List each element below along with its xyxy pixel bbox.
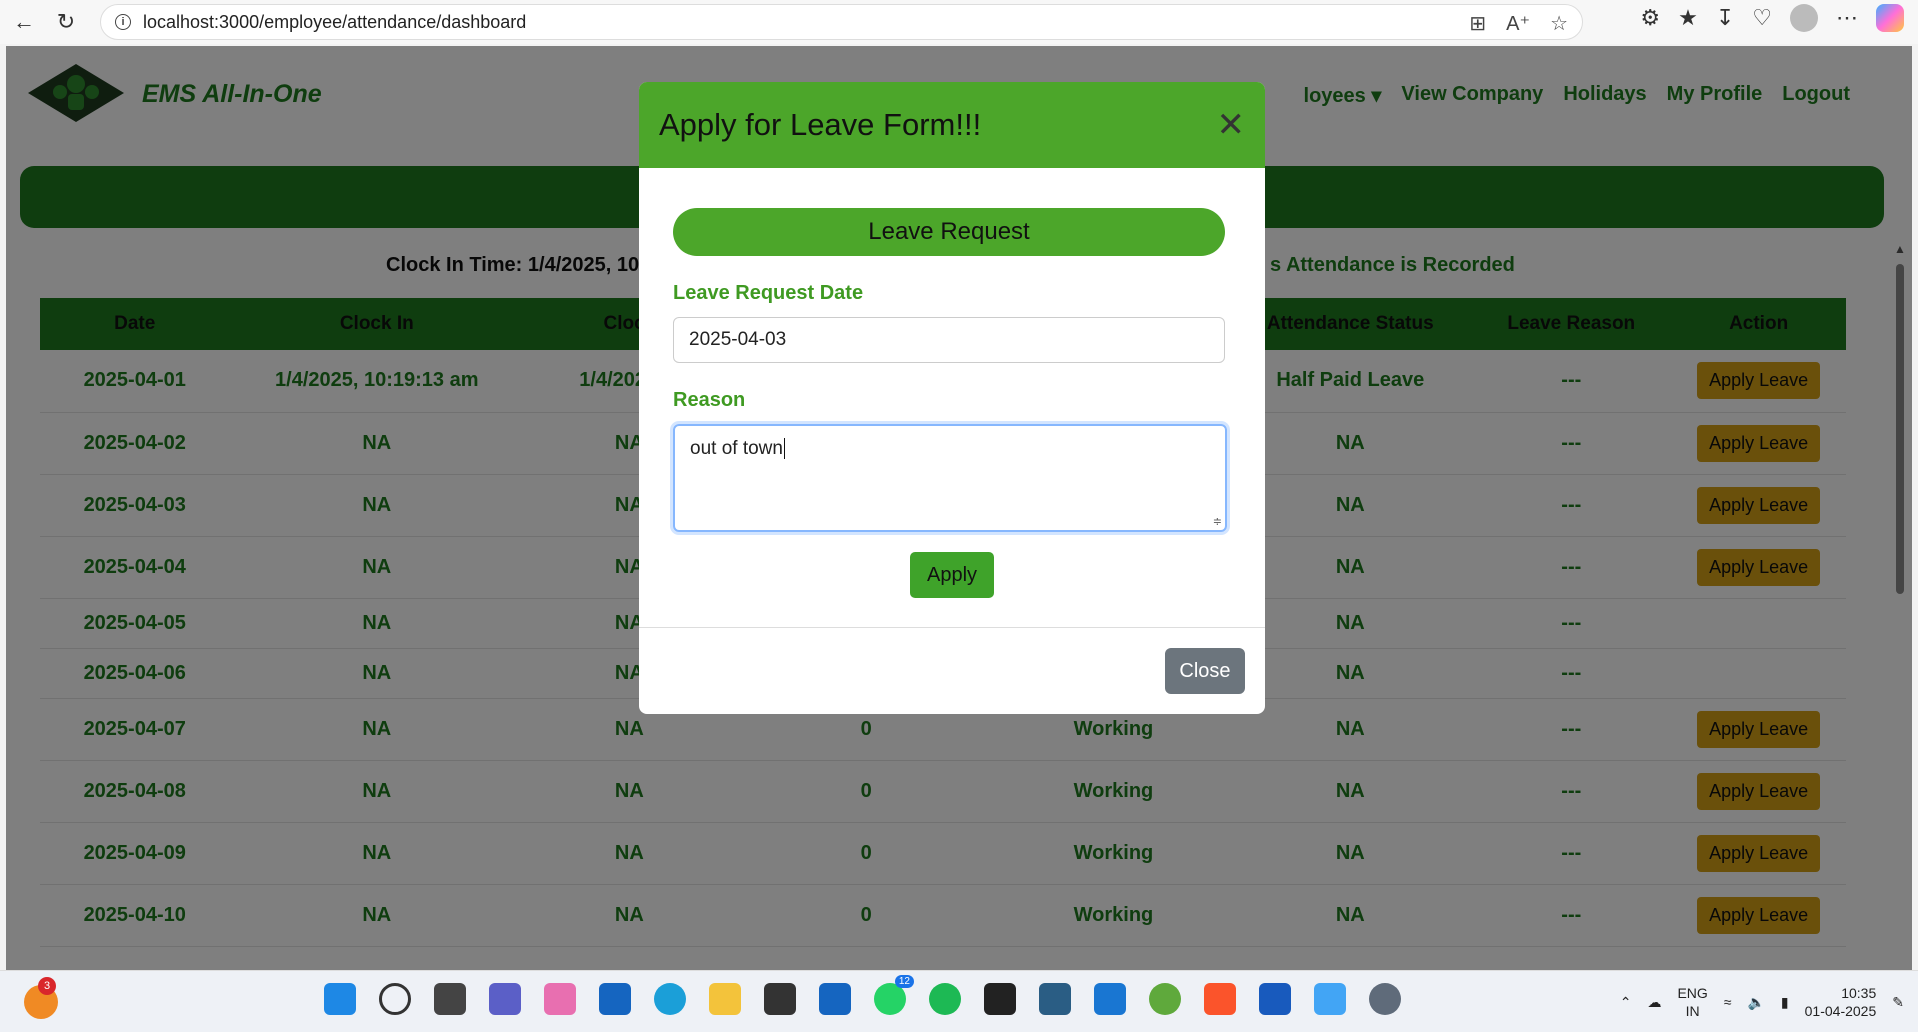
text-cursor: ​ [783,438,785,459]
close-button[interactable]: Close [1165,648,1245,694]
terminal-icon[interactable] [984,983,1016,1015]
read-aloud-icon[interactable]: A⁺ [1506,11,1530,36]
app-install-icon[interactable]: ⊞ [1469,11,1486,36]
word-icon[interactable] [1259,983,1291,1015]
resize-handle-icon[interactable]: ≑ [1213,515,1222,528]
favorite-star-icon[interactable]: ☆ [1550,11,1568,36]
search-icon[interactable] [379,983,411,1015]
volume-icon[interactable]: 🔈 [1747,994,1764,1011]
battery-icon[interactable]: ▮ [1781,994,1789,1011]
settings-icon[interactable] [1369,983,1401,1015]
leave-date-label: Leave Request Date [673,282,864,304]
modal-footer: Close [639,628,1265,714]
lang-bottom: IN [1685,1003,1700,1019]
windows-taskbar: 3 12 ⌃ ☁ ENG IN ≈ 🔈 ▮ 10:35 01-04-2025 ✎ [0,970,1918,1032]
modal-header: Apply for Leave Form!!! ✕ [639,82,1265,168]
notification-icon[interactable]: ✎ [1892,994,1904,1011]
photos-icon[interactable] [1314,983,1346,1015]
modal-backdrop[interactable]: Apply for Leave Form!!! ✕ Leave Request … [6,46,1912,970]
teams-icon[interactable] [489,983,521,1015]
leave-request-heading: Leave Request [673,208,1225,256]
store-icon[interactable] [819,983,851,1015]
app-icon[interactable] [599,983,631,1015]
more-menu-icon[interactable]: ⋯ [1836,5,1858,31]
profile-avatar[interactable] [1790,4,1818,32]
browser-toolbar: ← ↻ i localhost:3000/employee/attendance… [0,0,1918,44]
spring-tools-icon[interactable] [1149,983,1181,1015]
whatsapp-badge: 12 [894,975,914,988]
spotify-icon[interactable] [929,983,961,1015]
start-icon[interactable] [324,983,356,1015]
address-bar[interactable]: i localhost:3000/employee/attendance/das… [100,4,1583,40]
taskbar-clock[interactable]: 10:35 01-04-2025 [1805,984,1877,1020]
task-view-icon[interactable] [434,983,466,1015]
file-explorer-icon[interactable] [709,983,741,1015]
onedrive-icon[interactable]: ☁ [1647,994,1661,1011]
reason-label: Reason [673,389,746,411]
lang-top: ENG [1677,985,1708,1001]
info-icon[interactable]: i [115,14,131,30]
clock-time: 10:35 [1841,985,1877,1001]
leave-date-input[interactable]: 2025-04-03 [673,317,1225,363]
system-tray: ⌃ ☁ ENG IN ≈ 🔈 ▮ 10:35 01-04-2025 ✎ [1620,971,1918,1032]
cube-app-icon[interactable] [764,983,796,1015]
reason-textarea[interactable]: out of town​ ≑ [673,424,1227,532]
back-icon[interactable]: ← [6,4,42,40]
url-text: localhost:3000/employee/attendance/dashb… [143,11,527,32]
weather-badge: 3 [38,977,56,995]
close-icon[interactable]: ✕ [1217,105,1246,145]
whatsapp-icon[interactable]: 12 [874,975,914,1015]
reason-text: out of town [690,438,783,459]
browser-essentials-icon[interactable]: ♡ [1752,5,1772,31]
page-viewport: EMS All-In-One loyees ▾ View Company Hol… [6,46,1912,970]
modal-title: Apply for Leave Form!!! [659,107,982,142]
downloads-icon[interactable]: ↧ [1716,5,1734,31]
clock-date: 01-04-2025 [1804,1003,1877,1019]
modal-body: Leave Request Leave Request Date 2025-04… [639,168,1265,628]
language-indicator[interactable]: ENG IN [1677,984,1707,1020]
refresh-icon[interactable]: ↻ [48,4,84,40]
extensions-icon[interactable]: ⚙ [1640,5,1660,31]
leave-form-modal: Apply for Leave Form!!! ✕ Leave Request … [639,82,1265,714]
vscode-icon[interactable] [1094,983,1126,1015]
chevron-up-icon[interactable]: ⌃ [1620,994,1632,1011]
mysql-workbench-icon[interactable] [1039,983,1071,1015]
apply-button[interactable]: Apply [910,552,994,598]
favorites-icon[interactable]: ★ [1678,5,1698,31]
brave-icon[interactable] [1204,983,1236,1015]
copilot-app-icon[interactable] [544,983,576,1015]
copilot-icon[interactable] [1876,4,1904,32]
wifi-icon[interactable]: ≈ [1724,994,1732,1010]
edge-icon[interactable] [654,983,686,1015]
